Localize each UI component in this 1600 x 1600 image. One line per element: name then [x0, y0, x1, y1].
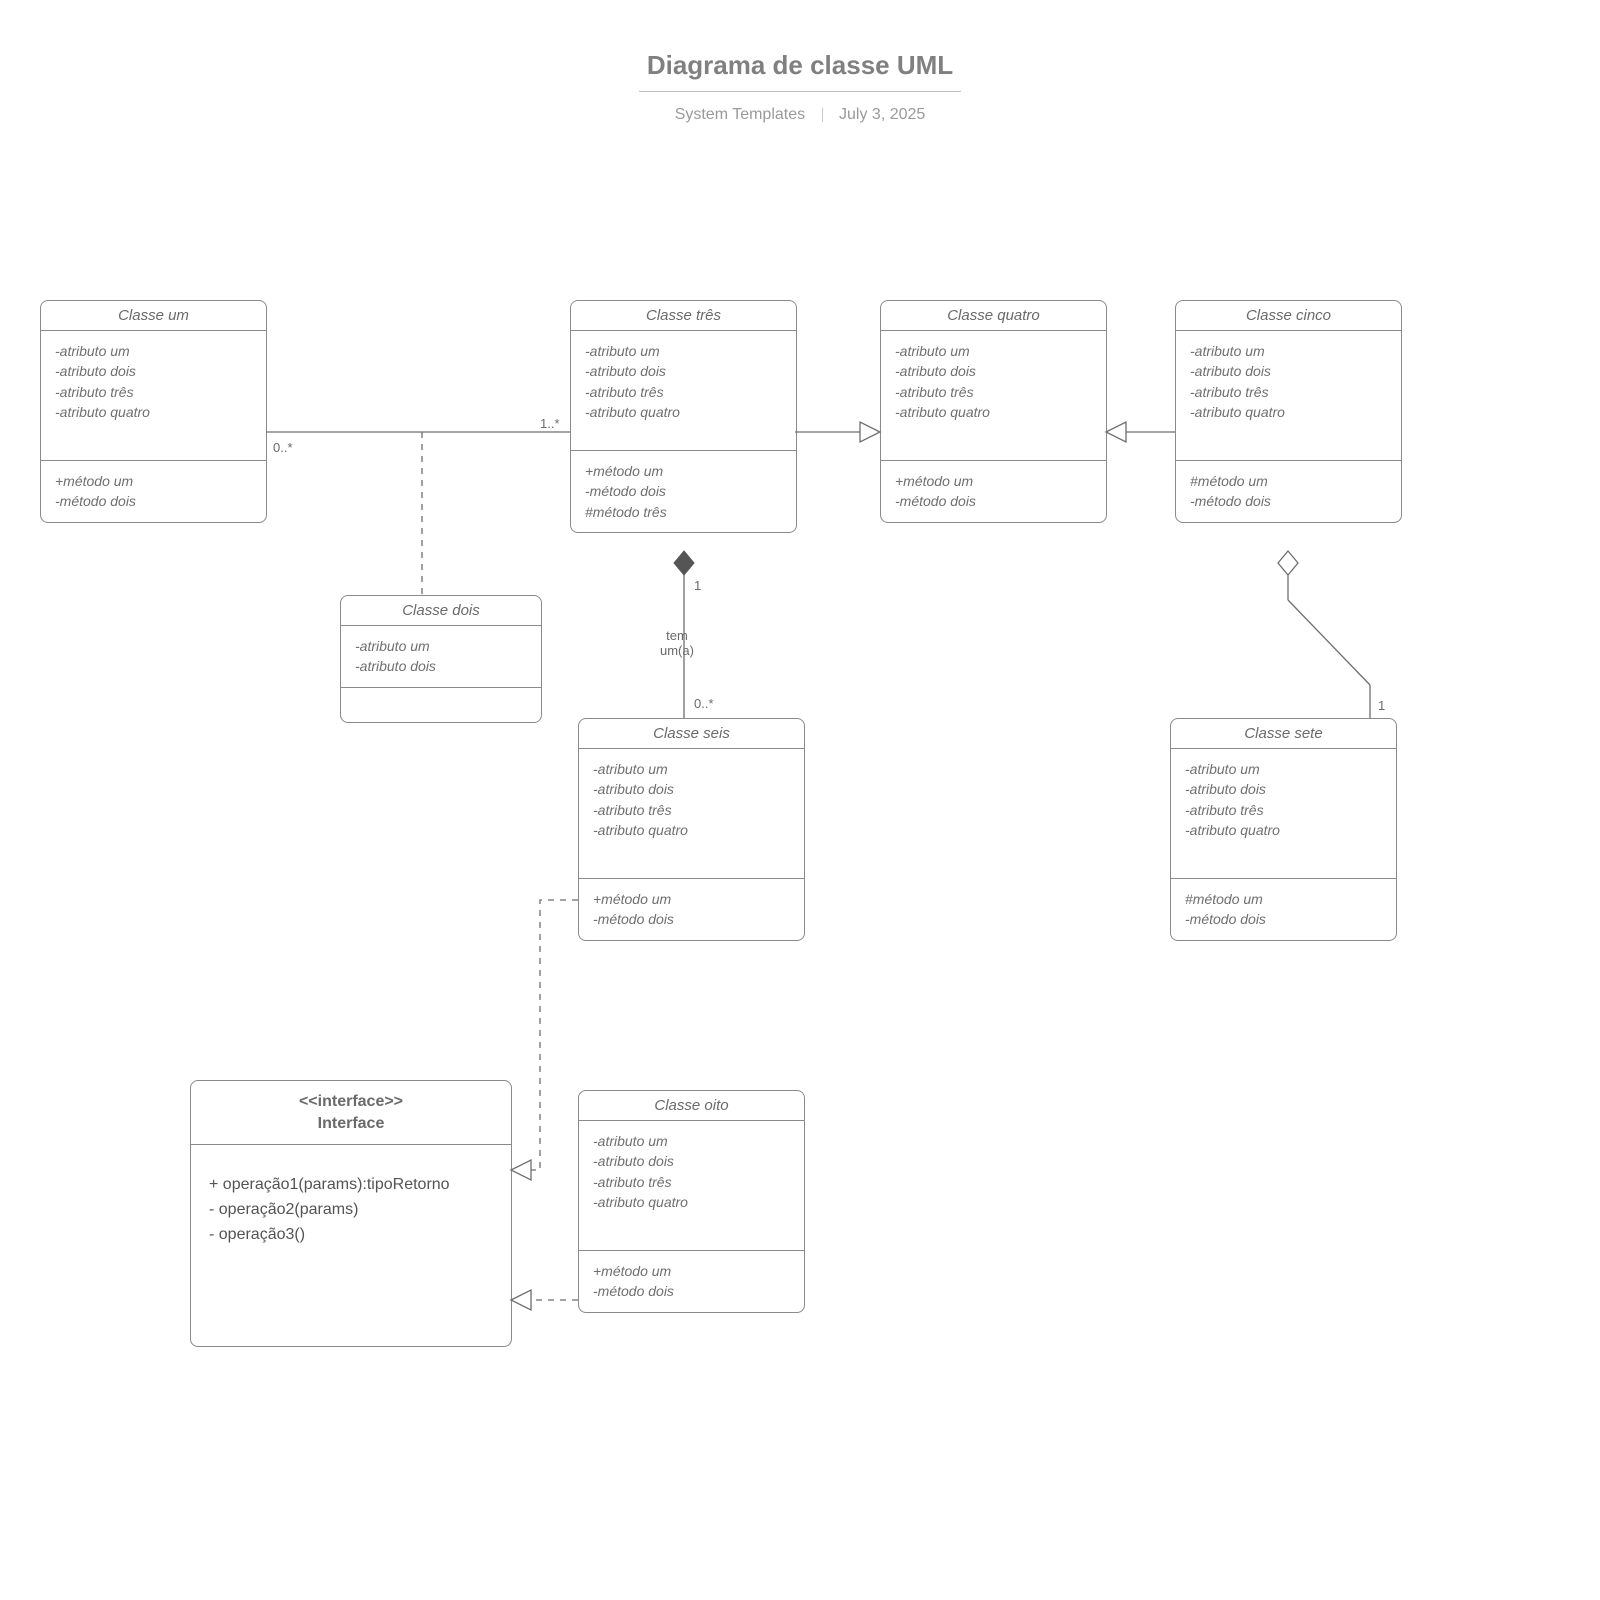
class-title: Classe quatro [881, 301, 1106, 331]
diagram-canvas: Diagrama de classe UML System Templates … [0, 0, 1600, 1600]
arrowhead-triangle-icon [860, 422, 880, 442]
separator-icon [822, 108, 823, 122]
class-title: Classe cinco [1176, 301, 1401, 331]
class-methods: +método um -método dois [41, 461, 266, 522]
class-attributes: -atributo um -atributo dois [341, 626, 541, 688]
class-title: Classe dois [341, 596, 541, 626]
multiplicity-label: 1..* [540, 416, 560, 431]
connector-realization [530, 900, 578, 1170]
interface-operations: + operação1(params):tipoRetorno - operaç… [191, 1145, 511, 1345]
class-title: Classe oito [579, 1091, 804, 1121]
class-box-classe-um[interactable]: Classe um -atributo um -atributo dois -a… [40, 300, 267, 523]
class-attributes: -atributo um -atributo dois -atributo tr… [579, 749, 804, 879]
class-methods [341, 688, 541, 722]
class-box-classe-seis[interactable]: Classe seis -atributo um -atributo dois … [578, 718, 805, 941]
class-title: Classe um [41, 301, 266, 331]
class-attributes: -atributo um -atributo dois -atributo tr… [571, 331, 796, 451]
class-attributes: -atributo um -atributo dois -atributo tr… [881, 331, 1106, 461]
class-title: Classe seis [579, 719, 804, 749]
diagram-subtitle: System Templates July 3, 2025 [0, 106, 1600, 124]
class-box-classe-cinco[interactable]: Classe cinco -atributo um -atributo dois… [1175, 300, 1402, 523]
class-attributes: -atributo um -atributo dois -atributo tr… [579, 1121, 804, 1251]
arrowhead-triangle-icon [1106, 422, 1126, 442]
class-box-classe-oito[interactable]: Classe oito -atributo um -atributo dois … [578, 1090, 805, 1313]
class-methods: #método um -método dois [1171, 879, 1396, 940]
class-box-classe-quatro[interactable]: Classe quatro -atributo um -atributo doi… [880, 300, 1107, 523]
class-methods: +método um -método dois [881, 461, 1106, 522]
class-title: Classe três [571, 301, 796, 331]
arrowhead-triangle-icon [511, 1290, 531, 1310]
date-label: July 3, 2025 [839, 106, 925, 123]
association-name-label: tem um(a) [660, 628, 694, 658]
multiplicity-label: 0..* [273, 440, 293, 455]
title-block: Diagrama de classe UML System Templates … [0, 50, 1600, 124]
class-box-classe-tres[interactable]: Classe três -atributo um -atributo dois … [570, 300, 797, 533]
class-methods: #método um -método dois [1176, 461, 1401, 522]
arrowhead-triangle-icon [511, 1160, 531, 1180]
class-methods: +método um -método dois [579, 879, 804, 940]
class-methods: +método um -método dois [579, 1251, 804, 1312]
multiplicity-label: 1 [1378, 698, 1385, 713]
diagram-title: Diagrama de classe UML [639, 50, 961, 92]
class-title: Classe sete [1171, 719, 1396, 749]
class-attributes: -atributo um -atributo dois -atributo tr… [1176, 331, 1401, 461]
diamond-hollow-icon [1278, 551, 1298, 575]
class-box-interface[interactable]: <<interface>> Interface + operação1(para… [190, 1080, 512, 1347]
class-methods: +método um -método dois #método três [571, 451, 796, 532]
multiplicity-label: 1 [694, 578, 701, 593]
diamond-filled-icon [674, 551, 694, 575]
interface-title: <<interface>> Interface [191, 1081, 511, 1145]
class-attributes: -atributo um -atributo dois -atributo tr… [41, 331, 266, 461]
connector-aggregation [1288, 600, 1370, 685]
class-attributes: -atributo um -atributo dois -atributo tr… [1171, 749, 1396, 879]
multiplicity-label: 0..* [694, 696, 714, 711]
class-box-classe-dois[interactable]: Classe dois -atributo um -atributo dois [340, 595, 542, 723]
class-box-classe-sete[interactable]: Classe sete -atributo um -atributo dois … [1170, 718, 1397, 941]
author-label: System Templates [675, 106, 805, 123]
